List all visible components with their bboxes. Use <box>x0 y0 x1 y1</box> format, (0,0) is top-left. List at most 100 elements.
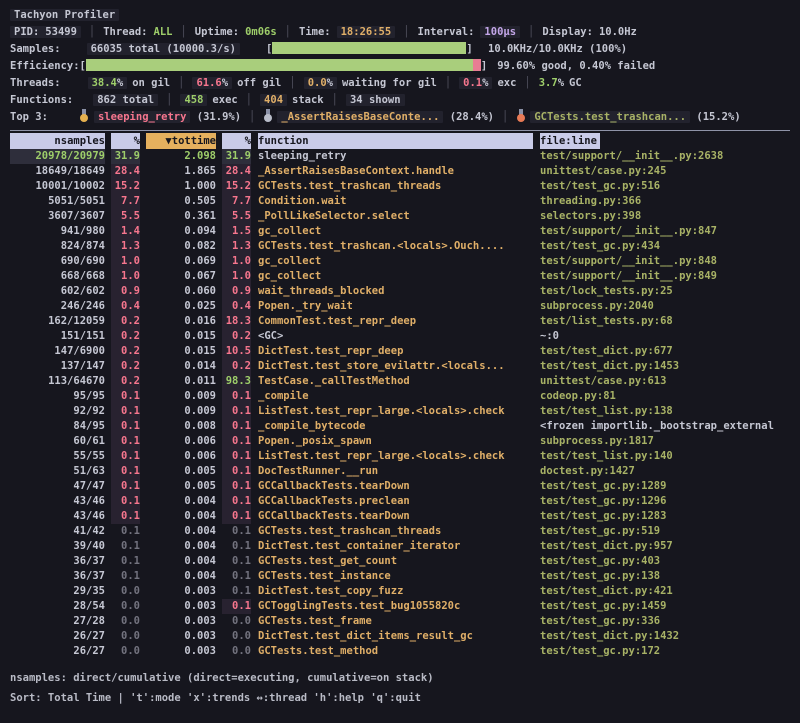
pid-group: PID:53499 <box>10 26 81 38</box>
gc-value: 3.7% <box>539 77 564 89</box>
table-row[interactable]: 10001/1000215.21.00015.2GCTests.test_tra… <box>0 179 790 194</box>
column-header-cumulative-pct[interactable]: % <box>222 133 251 149</box>
cell-tottime: 0.094 <box>146 224 216 239</box>
table-row[interactable]: 36/370.10.0040.1GCTests.test_instancetes… <box>0 569 790 584</box>
cell-function: gc_collect <box>258 269 533 284</box>
top3-function[interactable]: GCTests.test_trashcan... <box>530 111 690 123</box>
cell-cumulative-pct: 0.1 <box>222 434 251 449</box>
table-row[interactable]: 26/270.00.0030.0DictTest.test_dict_items… <box>0 629 790 644</box>
tachyon-profiler-app: Tachyon Profiler PID:53499│Thread:ALL│Up… <box>0 0 800 723</box>
table-row[interactable]: 43/460.10.0040.1GCCallbackTests.preclean… <box>0 494 790 509</box>
cell-direct-pct: 0.1 <box>111 554 140 569</box>
table-row[interactable]: 36/370.10.0040.1GCTests.test_get_countte… <box>0 554 790 569</box>
time-value: 18:26:55 <box>337 26 396 38</box>
silver-medal-icon <box>263 109 272 122</box>
cell-cumulative-pct: 0.1 <box>222 524 251 539</box>
table-row[interactable]: 602/6020.90.0600.9wait_threads_blockedte… <box>0 284 790 299</box>
footer-help-nsamples: nsamples: direct/cumulative (direct=exec… <box>10 670 434 687</box>
cell-direct-pct: 0.0 <box>111 599 140 614</box>
cell-direct-pct: 0.2 <box>111 329 140 344</box>
cell-function: sleeping_retry <box>258 149 533 164</box>
table-row[interactable]: 92/920.10.0090.1ListTest.test_repr_large… <box>0 404 790 419</box>
cell-file-line: test/test_gc.py:403 <box>540 554 790 569</box>
table-row[interactable]: 824/8741.30.0821.3GCTests.test_trashcan.… <box>0 239 790 254</box>
on-gil-value: 38.4% <box>88 77 128 89</box>
cell-tottime: 0.004 <box>146 569 216 584</box>
separator: │ <box>403 26 409 38</box>
cell-file-line: test/test_dict.py:677 <box>540 344 790 359</box>
cell-cumulative-pct: 0.1 <box>222 509 251 524</box>
cell-file-line: test/test_gc.py:519 <box>540 524 790 539</box>
table-row[interactable]: 47/470.10.0050.1GCCallbackTests.tearDown… <box>0 479 790 494</box>
table-row[interactable]: 690/6901.00.0691.0gc_collecttest/support… <box>0 254 790 269</box>
table-row[interactable]: 246/2460.40.0250.4Popen._try_waitsubproc… <box>0 299 790 314</box>
cell-cumulative-pct: 0.1 <box>222 539 251 554</box>
column-header-direct-pct[interactable]: % <box>111 133 140 149</box>
table-row[interactable]: 55/550.10.0060.1ListTest.test_repr_large… <box>0 449 790 464</box>
column-header-nsamples[interactable]: nsamples <box>10 133 105 149</box>
cell-direct-pct: 0.1 <box>111 479 140 494</box>
table-row[interactable]: 162/120590.20.01618.3CommonTest.test_rep… <box>0 314 790 329</box>
table-row[interactable]: 26/270.00.0030.0GCTests.test_methodtest/… <box>0 644 790 659</box>
table-row[interactable]: 18649/1864928.41.86528.4_AssertRaisesBas… <box>0 164 790 179</box>
table-row[interactable]: 5051/50517.70.5057.7Condition.waitthread… <box>0 194 790 209</box>
cell-direct-pct: 7.7 <box>111 194 140 209</box>
cell-tottime: 0.003 <box>146 644 216 659</box>
cell-cumulative-pct: 0.1 <box>222 404 251 419</box>
table-row[interactable]: 41/420.10.0040.1GCTests.test_trashcan_th… <box>0 524 790 539</box>
table-row[interactable]: 39/400.10.0040.1DictTest.test_container_… <box>0 539 790 554</box>
top2-pct: (28.4%) <box>450 111 494 123</box>
separator: │ <box>249 111 255 123</box>
cell-function: ListTest.test_repr_large.<locals>.check <box>258 449 533 464</box>
functions-line: Functions:862 total│458exec│404stack│34 … <box>10 92 405 109</box>
cell-cumulative-pct: 31.9 <box>222 149 251 164</box>
cell-file-line: test/test_gc.py:1296 <box>540 494 790 509</box>
table-row[interactable]: 137/1470.20.0140.2DictTest.test_store_ev… <box>0 359 790 374</box>
cell-cumulative-pct: 0.1 <box>222 419 251 434</box>
top1-function[interactable]: sleeping_retry <box>94 111 191 123</box>
table-row[interactable]: 28/540.00.0030.1GCTogglingTests.test_bug… <box>0 599 790 614</box>
table-row[interactable]: 20978/2097931.92.09831.9sleeping_retryte… <box>0 149 790 164</box>
thread-value[interactable]: ALL <box>154 26 173 38</box>
cell-nsamples: 137/147 <box>10 359 105 374</box>
cell-nsamples: 60/61 <box>10 434 105 449</box>
table-row[interactable]: 147/69000.20.01510.5DictTest.test_repr_d… <box>0 344 790 359</box>
threads-label: Threads: <box>10 77 61 89</box>
cell-function: _PollLikeSelector.select <box>258 209 533 224</box>
table-row[interactable]: 43/460.10.0040.1GCCallbackTests.tearDown… <box>0 509 790 524</box>
table-row[interactable]: 3607/36075.50.3615.5_PollLikeSelector.se… <box>0 209 790 224</box>
table-row[interactable]: 668/6681.00.0671.0gc_collecttest/support… <box>0 269 790 284</box>
table-row[interactable]: 51/630.10.0050.1DocTestRunner.__rundocte… <box>0 464 790 479</box>
column-header-tottime-sorted[interactable]: ▼tottime <box>146 133 216 149</box>
table-row[interactable]: 113/646700.20.01198.3TestCase._callTestM… <box>0 374 790 389</box>
cell-nsamples: 162/12059 <box>10 314 105 329</box>
cell-cumulative-pct: 0.1 <box>222 569 251 584</box>
bronze-medal-icon <box>516 109 525 122</box>
table-row[interactable]: 29/350.00.0030.1DictTest.test_copy_fuzzt… <box>0 584 790 599</box>
cell-cumulative-pct: 28.4 <box>222 164 251 179</box>
column-header-function[interactable]: function <box>258 133 533 149</box>
cell-direct-pct: 1.4 <box>111 224 140 239</box>
column-header-file-line[interactable]: file:line <box>540 133 600 149</box>
cell-cumulative-pct: 1.3 <box>222 239 251 254</box>
cell-cumulative-pct: 0.2 <box>222 329 251 344</box>
cell-direct-pct: 0.0 <box>111 584 140 599</box>
cell-function: _AssertRaisesBaseContext.handle <box>258 164 533 179</box>
samples-total: 66035 total (10000.3/s) <box>87 43 240 55</box>
table-row[interactable]: 95/950.10.0090.1_compilecodeop.py:81 <box>0 389 790 404</box>
cell-file-line: test/test_gc.py:138 <box>540 569 790 584</box>
cell-direct-pct: 0.1 <box>111 524 140 539</box>
cell-tottime: 1.865 <box>146 164 216 179</box>
top2-function[interactable]: _AssertRaisesBaseConte... <box>277 111 443 123</box>
table-row[interactable]: 84/950.10.0080.1_compile_bytecode<frozen… <box>0 419 790 434</box>
cell-file-line: unittest/case.py:245 <box>540 164 790 179</box>
cell-nsamples: 26/27 <box>10 644 105 659</box>
table-row[interactable]: 60/610.10.0060.1Popen._posix_spawnsubpro… <box>0 434 790 449</box>
table-row[interactable]: 27/280.00.0030.0GCTests.test_frametest/t… <box>0 614 790 629</box>
table-row[interactable]: 941/9801.40.0941.5gc_collecttest/support… <box>0 224 790 239</box>
cell-cumulative-pct: 0.1 <box>222 449 251 464</box>
table-row[interactable]: 151/1510.20.0150.2<GC>~:0 <box>0 329 790 344</box>
cell-function: gc_collect <box>258 254 533 269</box>
cell-direct-pct: 0.2 <box>111 344 140 359</box>
cell-file-line: test/test_list.py:140 <box>540 449 790 464</box>
